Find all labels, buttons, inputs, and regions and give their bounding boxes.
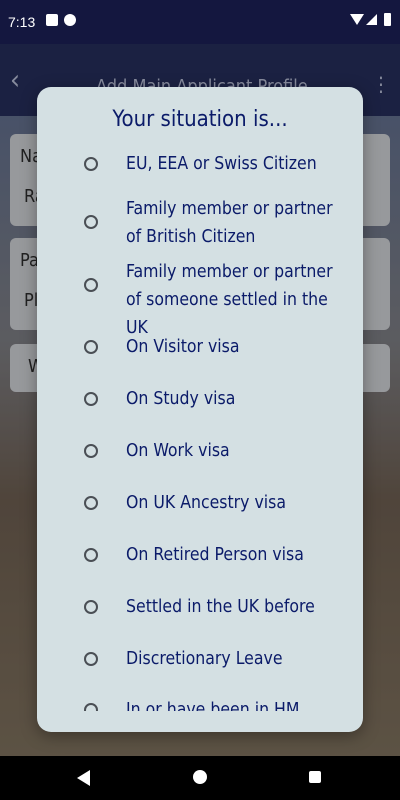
option-label: On Work visa [126,441,230,461]
status-bar: 7:13 [0,0,400,44]
option-label: On Retired Person visa [126,545,304,565]
radio-button[interactable] [84,215,98,229]
option-label: In or have been in HM Forces [126,700,300,711]
status-time: 7:13 [8,14,36,30]
radio-button[interactable] [84,157,98,171]
option-label: On Visitor visa [126,337,240,357]
options-list[interactable]: EU, EEA or Swiss Citizen Family member o… [37,145,363,711]
radio-button[interactable] [84,548,98,562]
option-label: Family member or partner of someone sett… [126,262,333,338]
battery-icon [384,13,391,26]
option-label: EU, EEA or Swiss Citizen [126,154,317,174]
nav-recents-icon[interactable] [309,771,321,783]
nav-home-icon[interactable] [193,770,207,784]
app-notification-icon [64,14,76,26]
radio-button[interactable] [84,703,98,711]
dialog-title: Your situation is... [112,107,288,132]
radio-button[interactable] [84,600,98,614]
option-label: Settled in the UK before [126,597,315,617]
sd-card-icon [46,14,58,26]
radio-button[interactable] [84,278,98,292]
option-label: On UK Ancestry visa [126,493,287,513]
radio-button[interactable] [84,340,98,354]
radio-button[interactable] [84,496,98,510]
signal-icon [366,14,377,25]
nav-back-icon[interactable] [77,770,90,786]
situation-dialog: Your situation is... EU, EEA or Swiss Ci… [37,87,363,732]
radio-button[interactable] [84,444,98,458]
radio-button[interactable] [84,392,98,406]
radio-button[interactable] [84,652,98,666]
option-label: Discretionary Leave [126,649,283,669]
navigation-bar [0,756,400,800]
option-label: Family member or partner of British Citi… [126,199,333,247]
wifi-icon [350,14,364,25]
option-label: On Study visa [126,389,236,409]
